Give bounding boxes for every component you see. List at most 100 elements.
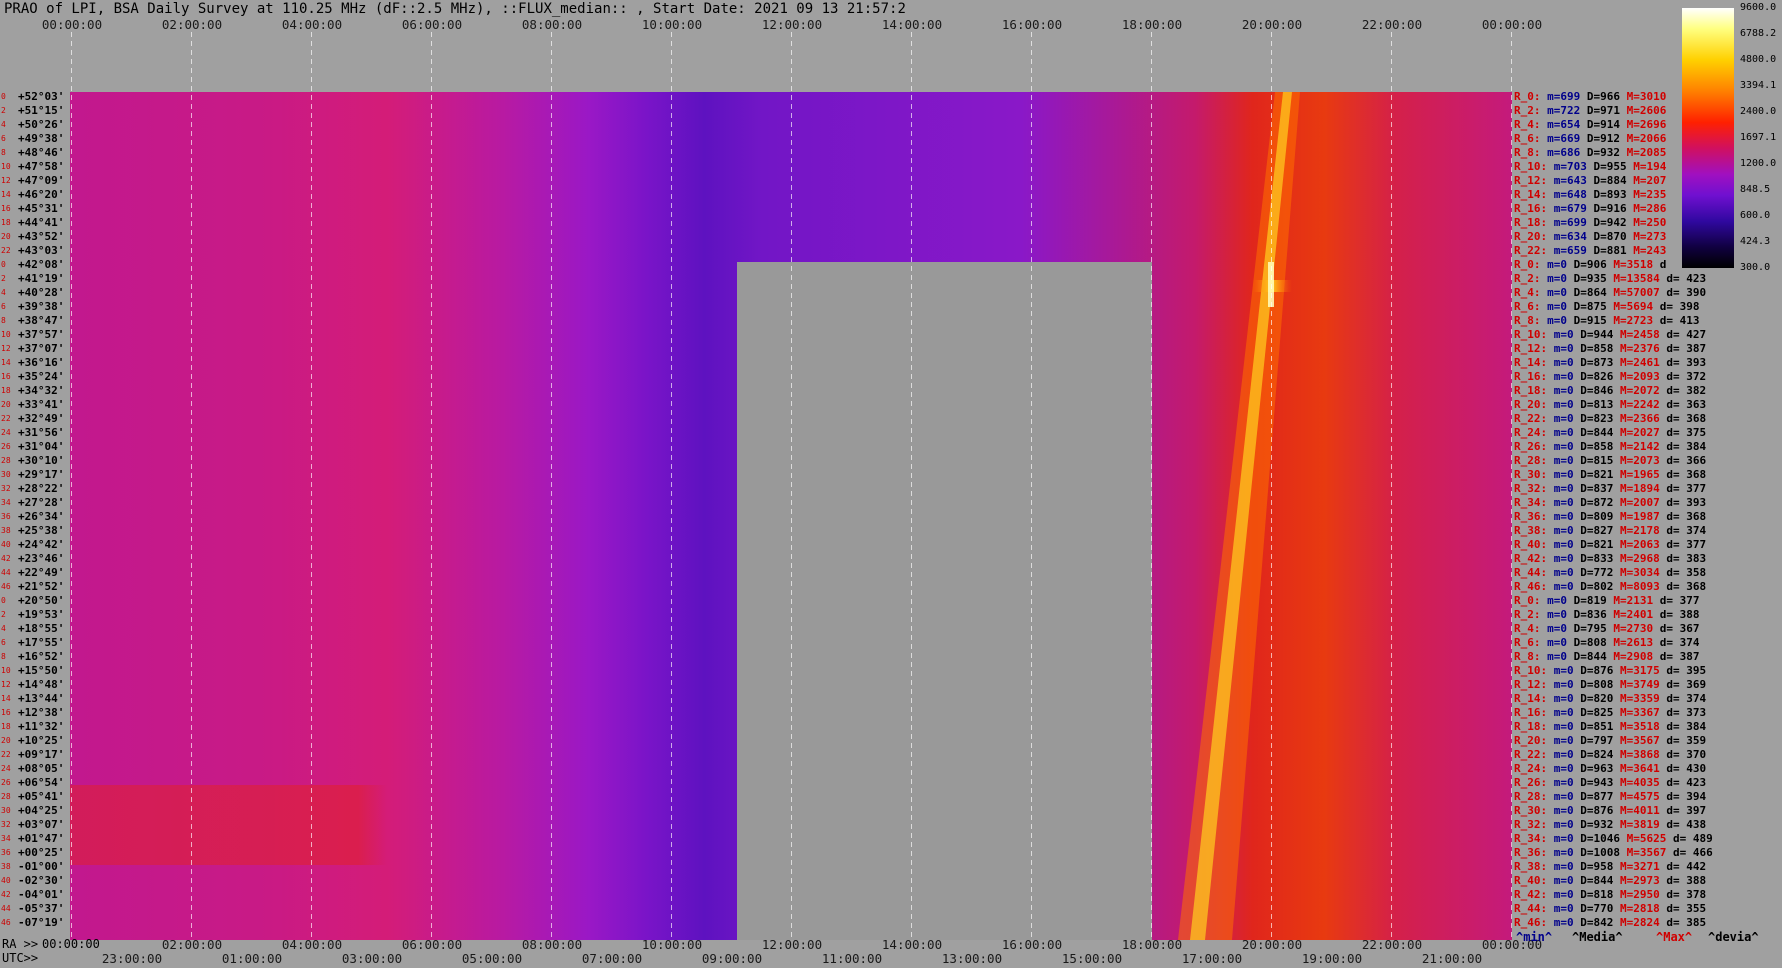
row-min: m=0	[1547, 594, 1574, 607]
row-max: M=3518	[1620, 720, 1667, 733]
declination-label: +36°16'	[18, 356, 65, 369]
row-name: R_42:	[1514, 552, 1554, 565]
row-dev: d= 423	[1666, 776, 1707, 789]
row-med: D=877	[1580, 790, 1620, 803]
row-stat-line: R_20: m=0 D=797 M=3567 d= 359	[1514, 734, 1706, 748]
declination-label: +34°32'	[18, 384, 65, 397]
row-dev: d= 370	[1666, 748, 1707, 761]
row-dev: d= 393	[1666, 496, 1707, 509]
row-index: 10	[1, 162, 11, 171]
declination-label: +41°19'	[18, 272, 65, 285]
row-dev: d= 394	[1666, 790, 1707, 803]
row-min: m=0	[1553, 342, 1581, 355]
heatmap-plot	[70, 30, 1512, 940]
declination-label: -05°37'	[18, 902, 65, 915]
row-name: R_8:	[1514, 314, 1548, 327]
declination-label: +49°38'	[18, 132, 65, 145]
row-index: 40	[1, 540, 11, 549]
row-name: R_18:	[1514, 384, 1554, 397]
row-dev: d= 368	[1666, 580, 1707, 593]
row-stat-line: R_12: m=0 D=858 M=2376 d= 387	[1514, 342, 1706, 356]
row-min: m=654	[1547, 118, 1587, 131]
row-max: M=4035	[1620, 776, 1667, 789]
row-med: D=935	[1573, 272, 1614, 285]
row-stat-line: R_2: m=0 D=836 M=2401 d= 388	[1514, 608, 1699, 622]
row-med: D=906	[1573, 258, 1614, 271]
row-index: 40	[1, 876, 11, 885]
utc-tick-label: 19:00:00	[1301, 951, 1363, 966]
utc-tick-label: 07:00:00	[581, 951, 643, 966]
utc-tick-label: 21:00:00	[1421, 951, 1483, 966]
row-dev: d= 367	[1659, 622, 1700, 635]
row-stat-line: R_20: m=634 D=870 M=273	[1514, 230, 1673, 244]
row-stat-line: R_46: m=0 D=802 M=8093 d= 368	[1514, 580, 1706, 594]
row-min: m=0	[1553, 496, 1581, 509]
row-max: M=207	[1633, 174, 1673, 187]
row-min: m=0	[1553, 356, 1581, 369]
row-dev: d= 378	[1666, 888, 1707, 901]
row-stat-line: R_2: m=0 D=935 M=13584 d= 423	[1514, 272, 1706, 286]
row-max: M=2730	[1613, 622, 1660, 635]
row-med: D=824	[1580, 748, 1620, 761]
colorbar	[1682, 8, 1734, 268]
row-max: M=2723	[1613, 314, 1660, 327]
ra-tick-label: 18:00:00	[1121, 937, 1183, 952]
row-max: M=2142	[1620, 440, 1667, 453]
row-med: D=958	[1580, 860, 1620, 873]
declination-label: +29°17'	[18, 468, 65, 481]
row-med: D=916	[1593, 202, 1634, 215]
row-max: M=3518	[1613, 258, 1660, 271]
row-dev: d= 373	[1666, 706, 1707, 719]
row-name: R_34:	[1514, 832, 1554, 845]
utc-tick-label: 11:00:00	[821, 951, 883, 966]
legend-median: ^Media^	[1572, 930, 1623, 944]
row-index: 22	[1, 414, 11, 423]
row-stat-line: R_4: m=654 D=914 M=2696	[1514, 118, 1673, 132]
row-name: R_40:	[1514, 874, 1554, 887]
row-dev: d= 388	[1666, 874, 1707, 887]
row-min: m=0	[1553, 720, 1581, 733]
colorbar-tick-label: 1200.0	[1740, 158, 1777, 169]
row-dev: d= 388	[1659, 608, 1700, 621]
row-index: 18	[1, 218, 11, 227]
row-min: m=634	[1553, 230, 1594, 243]
declination-label: +08°05'	[18, 762, 65, 775]
row-min: m=0	[1553, 790, 1581, 803]
utc-tick-label: 15:00:00	[1061, 951, 1123, 966]
row-dev: d= 359	[1666, 734, 1707, 747]
row-dev: d= 368	[1666, 412, 1707, 425]
row-max: M=13584	[1613, 272, 1667, 285]
declination-label: +40°28'	[18, 286, 65, 299]
declination-label: +17°55'	[18, 636, 65, 649]
row-name: R_14:	[1514, 188, 1554, 201]
row-min: m=0	[1553, 524, 1581, 537]
row-min: m=0	[1553, 328, 1581, 341]
row-stat-line: R_14: m=0 D=820 M=3359 d= 374	[1514, 692, 1706, 706]
row-max: M=243	[1633, 244, 1673, 257]
row-max: M=8093	[1620, 580, 1667, 593]
row-index: 20	[1, 400, 11, 409]
row-stat-line: R_40: m=0 D=821 M=2063 d= 377	[1514, 538, 1706, 552]
declination-label: -02°30'	[18, 874, 65, 887]
row-dev: d= 374	[1666, 692, 1707, 705]
row-dev: d= 369	[1666, 678, 1707, 691]
row-name: R_0:	[1514, 258, 1548, 271]
row-name: R_46:	[1514, 580, 1554, 593]
row-stat-line: R_12: m=0 D=808 M=3749 d= 369	[1514, 678, 1706, 692]
row-index: 6	[1, 638, 6, 647]
row-max: M=3271	[1620, 860, 1667, 873]
row-index: 36	[1, 848, 11, 857]
row-name: R_20:	[1514, 734, 1554, 747]
declination-label: +22°49'	[18, 566, 65, 579]
utc-tick-label: 05:00:00	[461, 951, 523, 966]
row-med: D=875	[1573, 300, 1614, 313]
declination-label: +26°34'	[18, 510, 65, 523]
row-index: 24	[1, 764, 11, 773]
row-min: m=0	[1547, 272, 1574, 285]
row-min: m=0	[1553, 580, 1581, 593]
row-index: 12	[1, 176, 11, 185]
row-name: R_10:	[1514, 160, 1554, 173]
row-max: M=2131	[1613, 594, 1660, 607]
row-min: m=0	[1553, 538, 1581, 551]
row-max: M=5625	[1626, 832, 1673, 845]
